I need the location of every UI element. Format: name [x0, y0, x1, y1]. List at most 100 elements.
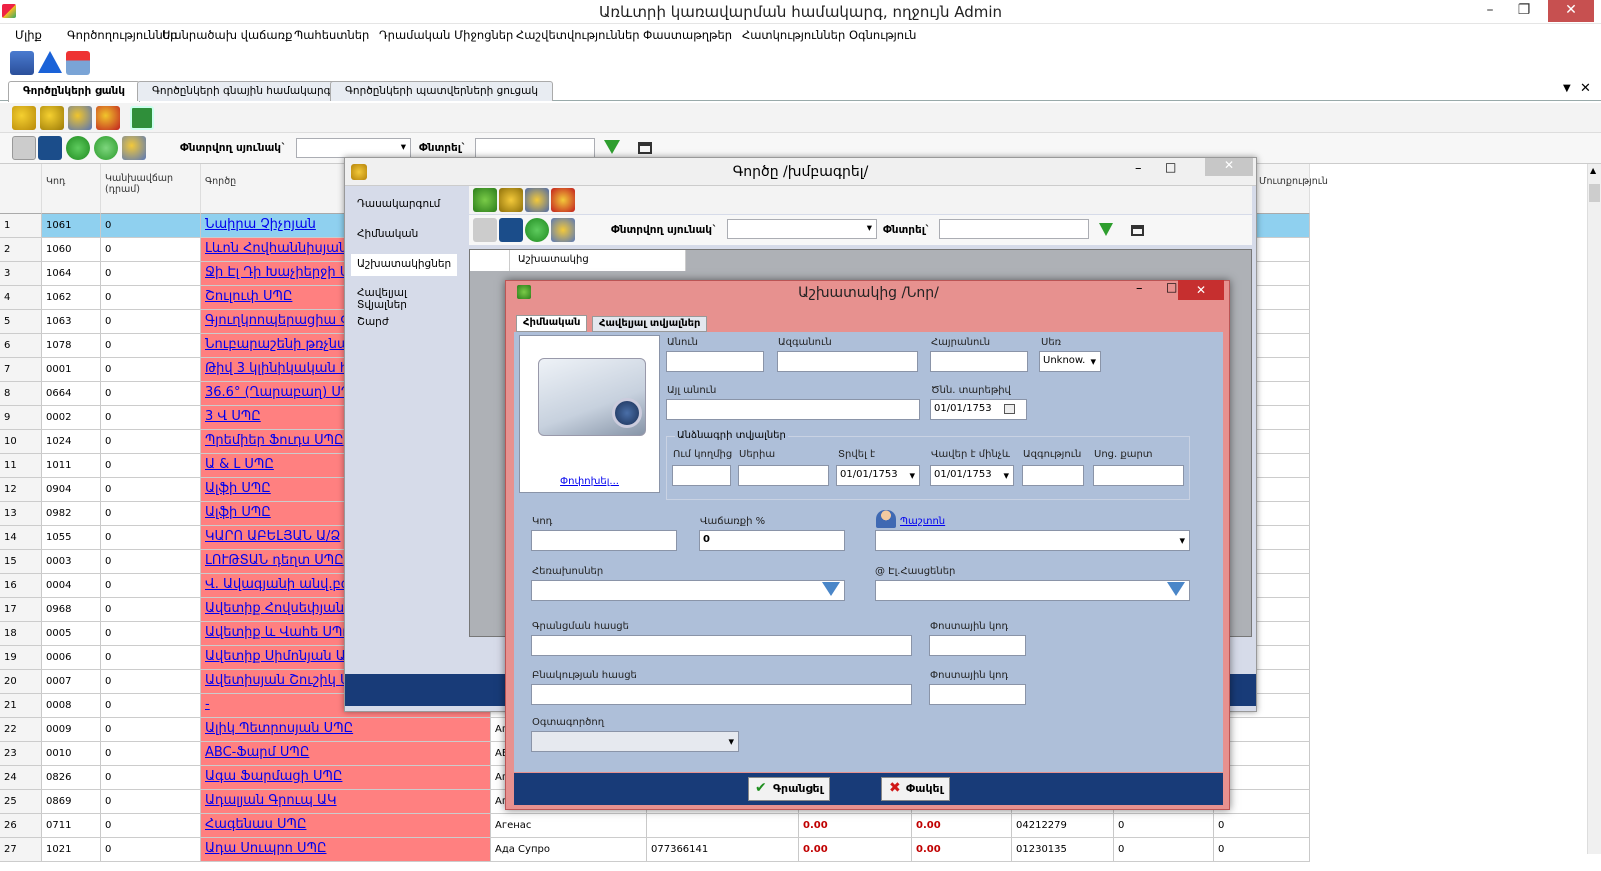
- close-form-button[interactable]: ✖ Փակել: [881, 777, 951, 801]
- menu-properties[interactable]: Հատկություններ: [742, 28, 845, 42]
- first-name-input[interactable]: [666, 351, 764, 372]
- restore-button[interactable]: ❐: [1507, 0, 1541, 22]
- partner-name-link[interactable]: Հագենաս ՍՊԸ: [201, 814, 491, 837]
- tab-partners-list[interactable]: Գործընկերի ցանկ: [8, 81, 141, 102]
- soc-card-input[interactable]: [1093, 465, 1184, 486]
- emails-input[interactable]: [875, 580, 1190, 601]
- clear-filter-icon[interactable]: [12, 136, 36, 160]
- excel-export-icon[interactable]: [130, 106, 154, 130]
- scroll-thumb[interactable]: [1589, 184, 1600, 202]
- sex-select[interactable]: Unknow.: [1039, 351, 1101, 372]
- save-button[interactable]: ✔ Գրանցել: [748, 777, 831, 801]
- menu-retail[interactable]: Սանրածախ վաճառք: [162, 28, 292, 42]
- partner-name-link[interactable]: Ագա Ֆարմացի ՍՊԸ: [201, 766, 491, 789]
- side-extra-data[interactable]: Հավելյալ Տվյալներ: [351, 283, 457, 311]
- scroll-up-icon[interactable]: ▲: [1590, 166, 1596, 175]
- employee-window-close[interactable]: ✕: [1178, 280, 1224, 300]
- nationality-input[interactable]: [1022, 465, 1084, 486]
- last-name-input[interactable]: [777, 351, 918, 372]
- menu-documents[interactable]: Փաստաթղթեր: [643, 28, 732, 42]
- position-link[interactable]: Պաշտոն: [900, 516, 945, 527]
- funnel-icon[interactable]: [604, 140, 620, 154]
- employee-tab-extra[interactable]: Հավելյալ տվյալներ: [592, 316, 708, 332]
- table-row[interactable]: 27 1021 0 Ադա Սուպրո ՍՊԸ Ада Супро 077366141 0…: [0, 838, 1310, 862]
- issued-date-select[interactable]: 01/01/1753: [836, 465, 920, 486]
- position-select[interactable]: [875, 530, 1190, 551]
- series-input[interactable]: [738, 465, 829, 486]
- funnel-icon[interactable]: [1099, 223, 1113, 236]
- menu-reports[interactable]: Հաշվետվություններ: [516, 28, 640, 42]
- clear-filter-icon[interactable]: [473, 218, 497, 242]
- tabs-close-icon[interactable]: ✕: [1580, 81, 1591, 96]
- header-prepayment[interactable]: Կանխավճար (դրամ): [101, 164, 201, 214]
- side-movement[interactable]: Շարժ: [351, 312, 457, 334]
- side-classification[interactable]: Դասակարգում: [351, 194, 457, 216]
- add-partner-icon[interactable]: [12, 106, 36, 130]
- issued-by-input[interactable]: [672, 465, 731, 486]
- hierarchy-icon[interactable]: [1131, 225, 1144, 236]
- header-code[interactable]: Կոդ: [42, 164, 101, 214]
- menu-warehouses[interactable]: Պահեստներ: [294, 28, 369, 42]
- truck-icon[interactable]: [10, 51, 34, 75]
- delete-partner-icon[interactable]: [96, 106, 120, 130]
- minimize-button[interactable]: –: [1473, 0, 1507, 22]
- partner-name-link[interactable]: ABC-Ֆարմ ՍՊԸ: [201, 742, 491, 765]
- delete-employee-icon[interactable]: [551, 188, 575, 212]
- side-employees[interactable]: Աշխատակիցներ: [351, 254, 457, 276]
- table-row[interactable]: 26 0711 0 Հագենաս ՍՊԸ Агенас 0.00 0.00 04212279…: [0, 814, 1310, 838]
- refresh-icon[interactable]: [499, 218, 523, 242]
- pyramid-icon[interactable]: [38, 51, 62, 73]
- partner-window-close[interactable]: ✕: [1205, 158, 1253, 176]
- header-last[interactable]: Մուտքություն: [1255, 164, 1328, 214]
- menu-actions[interactable]: Գործողություններ: [67, 28, 177, 42]
- valid-until-select[interactable]: 01/01/1753: [930, 465, 1014, 486]
- side-main[interactable]: Հիմնական: [351, 224, 457, 246]
- employees-column-select[interactable]: ▾: [727, 219, 877, 239]
- change-photo-link[interactable]: Փոփոխել...: [520, 476, 659, 487]
- postal-code-1-input[interactable]: [929, 635, 1026, 656]
- employees-search-input[interactable]: [939, 219, 1089, 239]
- calendar-icon[interactable]: [1004, 404, 1015, 414]
- users-search-icon[interactable]: [551, 218, 575, 242]
- refresh-icon[interactable]: [38, 136, 62, 160]
- play-icon[interactable]: [66, 136, 90, 160]
- employee-tab-main[interactable]: Հիմնական: [516, 315, 588, 332]
- postal-code-2-input[interactable]: [929, 684, 1026, 705]
- hierarchy-icon[interactable]: [638, 142, 652, 154]
- other-name-input[interactable]: [666, 399, 920, 420]
- discount-input[interactable]: 0: [699, 530, 845, 551]
- vertical-scrollbar[interactable]: ▲: [1587, 164, 1601, 854]
- add-employee-icon[interactable]: [473, 188, 497, 212]
- partner-window-minimize[interactable]: –: [1135, 161, 1142, 176]
- view-employee-icon[interactable]: [525, 188, 549, 212]
- partner-name-link[interactable]: Ալիկ Պետրոսյան ՍՊԸ: [201, 718, 491, 741]
- filter-column-select[interactable]: ▾: [296, 138, 411, 158]
- reg-address-input[interactable]: [531, 635, 912, 656]
- edit-employee-icon[interactable]: [499, 188, 523, 212]
- phones-dropdown-icon[interactable]: [822, 582, 840, 596]
- menu-file[interactable]: Մլիք: [15, 28, 42, 42]
- phones-input[interactable]: [531, 580, 845, 601]
- tabs-dropdown-icon[interactable]: ▼: [1563, 83, 1571, 94]
- tab-partner-price-system[interactable]: Գործընկերի գնային համակարգ: [137, 81, 346, 101]
- code-input[interactable]: [531, 530, 677, 551]
- menu-help[interactable]: Օգնություն: [849, 28, 916, 42]
- store-icon[interactable]: [66, 51, 90, 75]
- users-search-icon[interactable]: [122, 136, 146, 160]
- message-icon[interactable]: [94, 136, 118, 160]
- close-button[interactable]: ✕: [1548, 0, 1594, 22]
- residence-address-input[interactable]: [531, 684, 912, 705]
- view-partner-icon[interactable]: [68, 106, 92, 130]
- menu-cash[interactable]: Դրամական Միջոցներ: [379, 28, 513, 42]
- play-icon[interactable]: [525, 218, 549, 242]
- user-select[interactable]: [531, 731, 739, 752]
- employee-window-minimize[interactable]: –: [1136, 281, 1143, 296]
- emails-dropdown-icon[interactable]: [1167, 582, 1185, 596]
- edit-partner-icon[interactable]: [40, 106, 64, 130]
- middle-name-input[interactable]: [930, 351, 1028, 372]
- partner-name-link[interactable]: Ադա Սուպրո ՍՊԸ: [201, 838, 491, 861]
- tab-partner-orders[interactable]: Գործընկերի պատվերների ցուցակ: [330, 81, 554, 101]
- employee-window-maximize[interactable]: □: [1166, 280, 1177, 294]
- partner-window-maximize[interactable]: □: [1165, 160, 1176, 174]
- search-input[interactable]: [475, 138, 595, 158]
